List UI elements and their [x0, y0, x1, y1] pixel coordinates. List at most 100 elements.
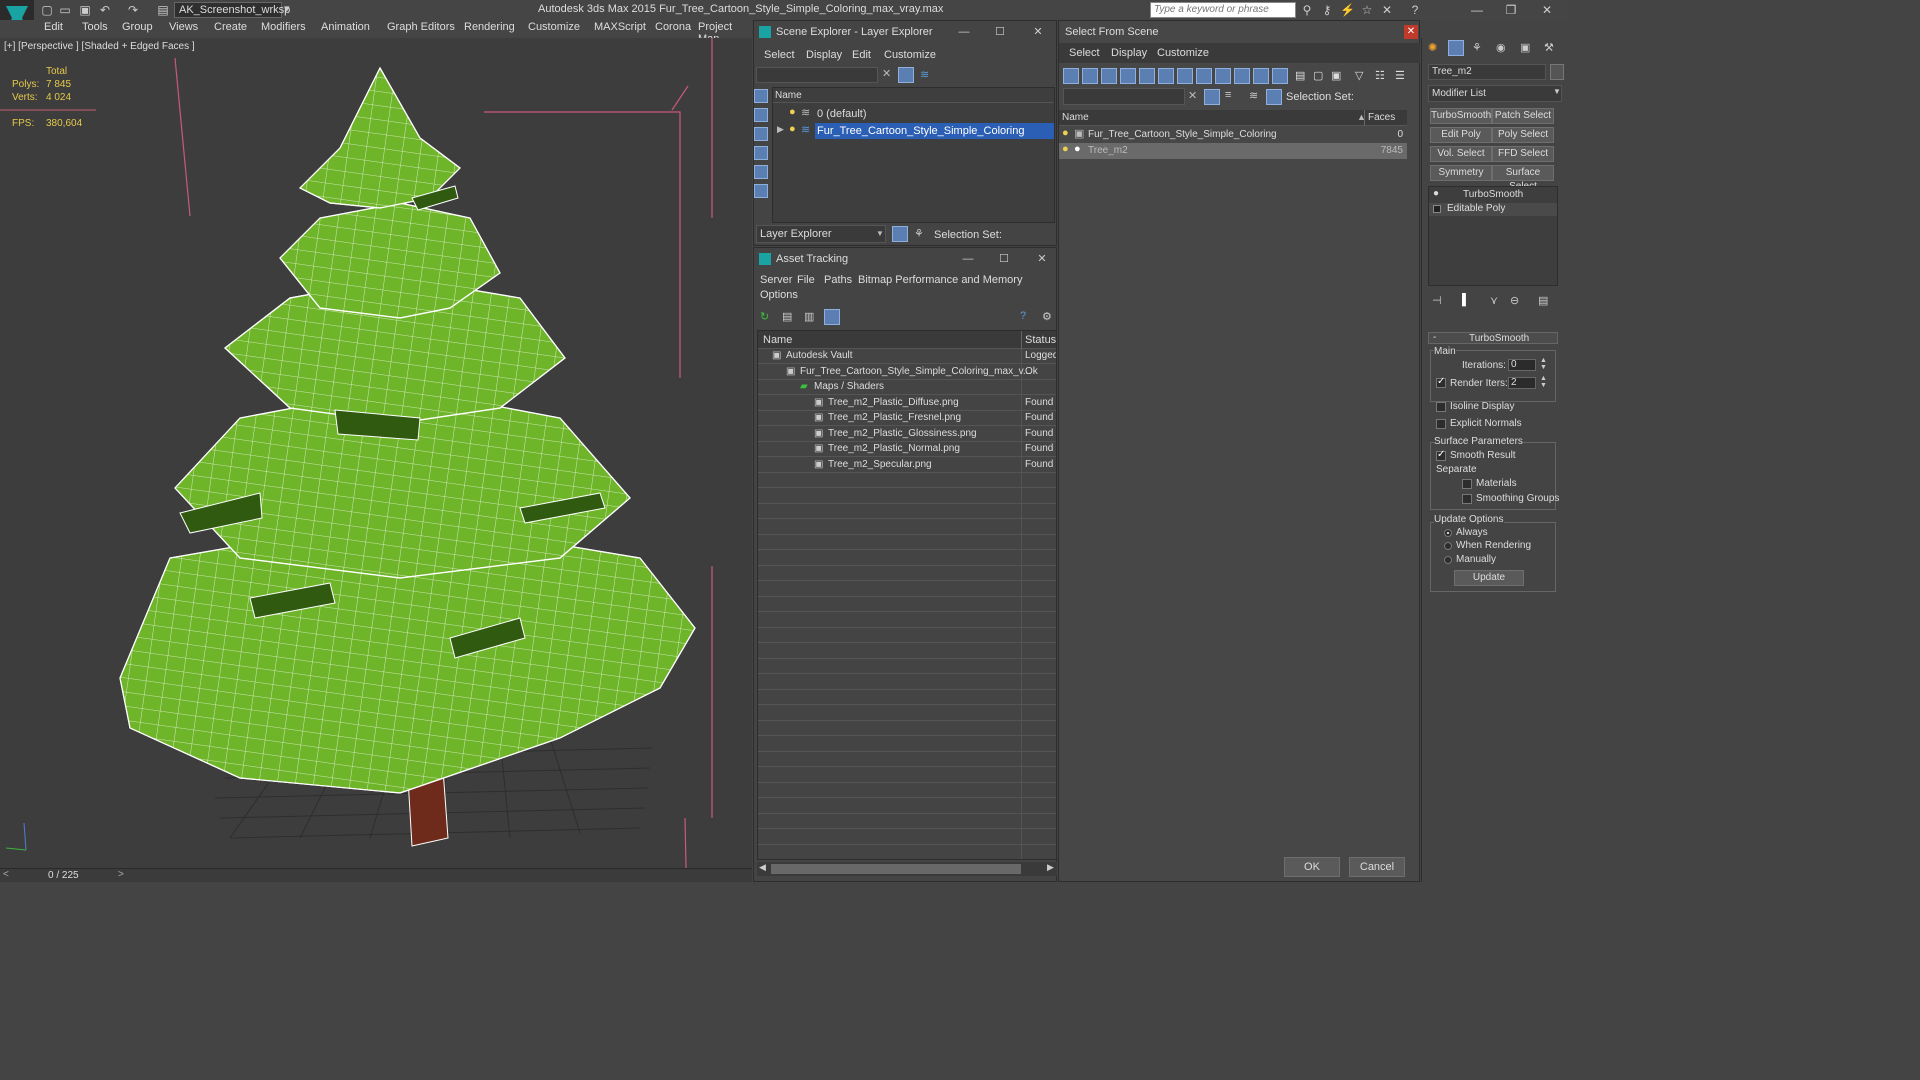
- table-row[interactable]: [758, 783, 1056, 798]
- stack-item[interactable]: Editable Poly: [1429, 203, 1557, 216]
- menu-group[interactable]: Group: [122, 21, 153, 33]
- workspace-arrow-icon[interactable]: ▾: [284, 2, 294, 18]
- refresh-icon[interactable]: ↻: [760, 310, 769, 323]
- table-row[interactable]: ▣ Tree_m2_Specular.png Found: [758, 458, 1056, 473]
- smooth-result-checkbox[interactable]: ✓: [1436, 449, 1446, 461]
- sfs-menu-display[interactable]: Display: [1111, 47, 1147, 59]
- menu-animation[interactable]: Animation: [321, 21, 370, 33]
- open-file-icon[interactable]: ▭: [58, 3, 72, 17]
- hierarchy-tab-icon[interactable]: ⚘: [1472, 41, 1482, 54]
- filter-spacewarps-icon[interactable]: [1158, 68, 1174, 84]
- always-radio[interactable]: [1444, 529, 1452, 537]
- minimize-icon[interactable]: —: [1470, 3, 1484, 17]
- se-menu-customize[interactable]: Customize: [884, 49, 936, 61]
- ffd-select-button[interactable]: FFD Select: [1492, 146, 1554, 162]
- column-name[interactable]: Name: [763, 334, 792, 346]
- display-shapes-icon[interactable]: [754, 108, 768, 122]
- binoculars-icon[interactable]: ⚲: [1300, 3, 1314, 17]
- minimize-icon[interactable]: —: [946, 21, 982, 43]
- table-row[interactable]: [758, 706, 1056, 721]
- perspective-viewport[interactable]: [+] [Perspective ] [Shaded + Edged Faces…: [0, 38, 752, 868]
- table-row[interactable]: ▣ Tree_m2_Plastic_Diffuse.png Found: [758, 396, 1056, 411]
- favorites-icon[interactable]: ☆: [1360, 3, 1374, 17]
- time-slider[interactable]: < 0 / 225 >: [0, 868, 752, 882]
- filter-hidden-icon[interactable]: [1272, 68, 1288, 84]
- sfs-menu-select[interactable]: Select: [1069, 47, 1100, 59]
- at-menu-file[interactable]: File: [797, 274, 815, 286]
- time-next-icon[interactable]: >: [118, 869, 124, 880]
- explicit-normals-checkbox[interactable]: [1436, 419, 1446, 429]
- remove-modifier-icon[interactable]: ⊖: [1510, 294, 1519, 307]
- table-row[interactable]: [758, 721, 1056, 736]
- se-search-input[interactable]: [756, 67, 878, 83]
- ok-button[interactable]: OK: [1284, 857, 1340, 877]
- filter-cameras-icon[interactable]: [1120, 68, 1136, 84]
- se-column-name[interactable]: Name: [775, 90, 802, 101]
- expand-box-icon[interactable]: [1433, 205, 1441, 213]
- menu-maxscript[interactable]: MAXScript: [594, 21, 646, 33]
- table-row[interactable]: ▣ Fur_Tree_Cartoon_Style_Simple_Coloring_…: [758, 365, 1056, 380]
- vol-select-button[interactable]: Vol. Select: [1430, 146, 1492, 162]
- column-name[interactable]: Name: [1062, 112, 1089, 123]
- table-row[interactable]: [758, 690, 1056, 705]
- display-lights-icon[interactable]: [754, 127, 768, 141]
- table-row[interactable]: [758, 659, 1056, 674]
- table-row[interactable]: ▣ Autodesk Vault Logged: [758, 349, 1056, 364]
- explorer-type-dropdown[interactable]: Layer Explorer: [756, 225, 886, 243]
- motion-tab-icon[interactable]: ◉: [1496, 41, 1506, 54]
- table-row[interactable]: [758, 845, 1056, 859]
- create-tab-icon[interactable]: ✺: [1428, 41, 1437, 54]
- object-name-field[interactable]: Tree_m2: [1428, 64, 1546, 80]
- modifier-list-dropdown[interactable]: Modifier List: [1428, 85, 1562, 102]
- manually-radio[interactable]: [1444, 556, 1452, 564]
- lightbulb-icon[interactable]: ●: [1433, 188, 1439, 199]
- filter-lights-icon[interactable]: [1101, 68, 1117, 84]
- save-icon[interactable]: ▣: [78, 3, 92, 17]
- edit-poly-button[interactable]: Edit Poly: [1430, 127, 1492, 143]
- collapse-icon[interactable]: -: [1433, 332, 1436, 343]
- close-icon[interactable]: ✕: [1540, 3, 1554, 17]
- layer-row[interactable]: ● ≋ 0 (default): [773, 106, 1054, 122]
- menu-create[interactable]: Create: [214, 21, 247, 33]
- help-icon[interactable]: ?: [1408, 3, 1422, 17]
- table-row[interactable]: [758, 473, 1056, 488]
- subscription-icon[interactable]: ⚡: [1340, 3, 1355, 17]
- filter-frozen-icon[interactable]: [1253, 68, 1269, 84]
- settings-icon[interactable]: ⚙: [1042, 310, 1052, 323]
- scroll-left-icon[interactable]: ◀: [759, 862, 766, 873]
- se-menu-edit[interactable]: Edit: [852, 49, 871, 61]
- restore-icon[interactable]: ❐: [1504, 3, 1518, 17]
- viewport-label[interactable]: [+] [Perspective ] [Shaded + Edged Faces…: [4, 41, 195, 52]
- filter-xrefs-icon[interactable]: [1196, 68, 1212, 84]
- undo-icon[interactable]: ↶: [98, 3, 112, 17]
- filter-bones-icon[interactable]: [1215, 68, 1231, 84]
- layer-row-selected[interactable]: ▶ ● ≋ Fur_Tree_Cartoon_Style_Simple_Colo…: [773, 123, 1054, 139]
- at-menu-options[interactable]: Options: [760, 289, 798, 301]
- x-icon[interactable]: ✕: [1380, 3, 1394, 17]
- render-iters-checkbox[interactable]: ✓: [1436, 376, 1446, 388]
- column-status[interactable]: Status: [1025, 334, 1056, 346]
- workspace-dropdown[interactable]: AK_Screenshot_wrksp: [174, 2, 290, 18]
- cancel-button[interactable]: Cancel: [1349, 857, 1405, 877]
- table-row[interactable]: [758, 504, 1056, 519]
- table-row[interactable]: [758, 799, 1056, 814]
- table-row[interactable]: [758, 489, 1056, 504]
- filter-containers-icon[interactable]: [1234, 68, 1250, 84]
- table-row[interactable]: [758, 752, 1056, 767]
- filter-funnel-icon[interactable]: ▽: [1355, 69, 1363, 82]
- poly-select-button[interactable]: Poly Select: [1492, 127, 1554, 143]
- lightbulb-icon[interactable]: ●: [789, 106, 796, 118]
- new-file-icon[interactable]: ▢: [40, 3, 54, 17]
- filter-shapes-icon[interactable]: [1082, 68, 1098, 84]
- render-iters-input[interactable]: 2: [1508, 377, 1536, 389]
- maximize-icon[interactable]: ☐: [982, 21, 1018, 43]
- sfs-row[interactable]: ● ▣ Fur_Tree_Cartoon_Style_Simple_Colori…: [1059, 127, 1407, 143]
- iterations-input[interactable]: 0: [1508, 359, 1536, 371]
- scrollbar-thumb[interactable]: [771, 864, 1021, 874]
- symmetry-button[interactable]: Symmetry: [1430, 165, 1492, 181]
- se-menu-select[interactable]: Select: [764, 49, 795, 61]
- spinner-icon[interactable]: ▲ ▼: [1540, 375, 1547, 389]
- menu-modifiers[interactable]: Modifiers: [261, 21, 306, 33]
- select-none-icon[interactable]: ▢: [1313, 69, 1323, 82]
- close-icon[interactable]: ✕: [1024, 248, 1060, 270]
